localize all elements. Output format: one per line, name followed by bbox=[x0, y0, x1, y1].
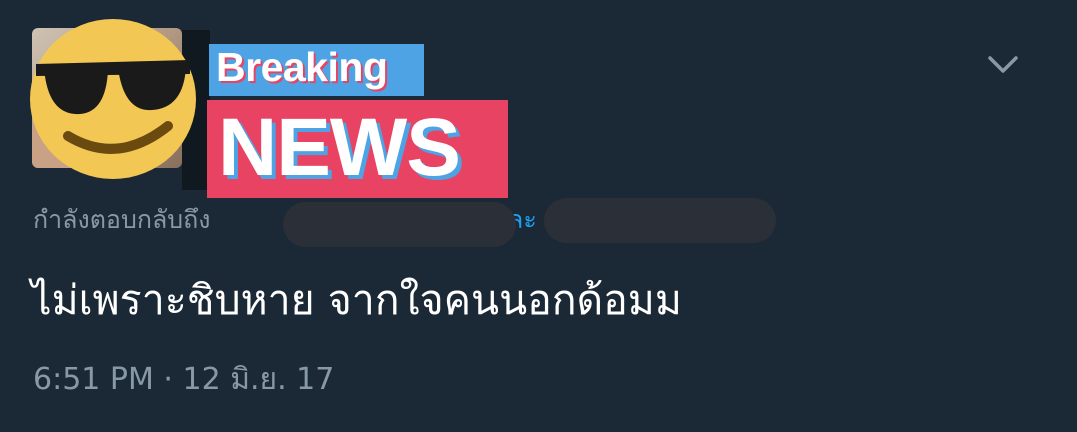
redaction-bar bbox=[544, 198, 776, 243]
tweet-card: Breaking NEWS กำลังตอบกลับถึง ละ ไม่เพรา… bbox=[0, 0, 1077, 432]
redaction-bar bbox=[283, 202, 516, 247]
tweet-text: ไม่เพราะชิบหาย จากใจคนนอกด้อมม bbox=[31, 276, 682, 324]
breaking-label: Breaking bbox=[216, 44, 388, 90]
sunglasses-emoji-icon bbox=[30, 19, 196, 179]
tweet-timestamp[interactable]: 6:51 PM · 12 มิ.ย. 17 bbox=[33, 358, 334, 402]
news-label: NEWS bbox=[218, 102, 461, 193]
reply-context: กำลังตอบกลับถึง bbox=[33, 205, 211, 234]
chevron-down-icon[interactable] bbox=[986, 52, 1020, 78]
